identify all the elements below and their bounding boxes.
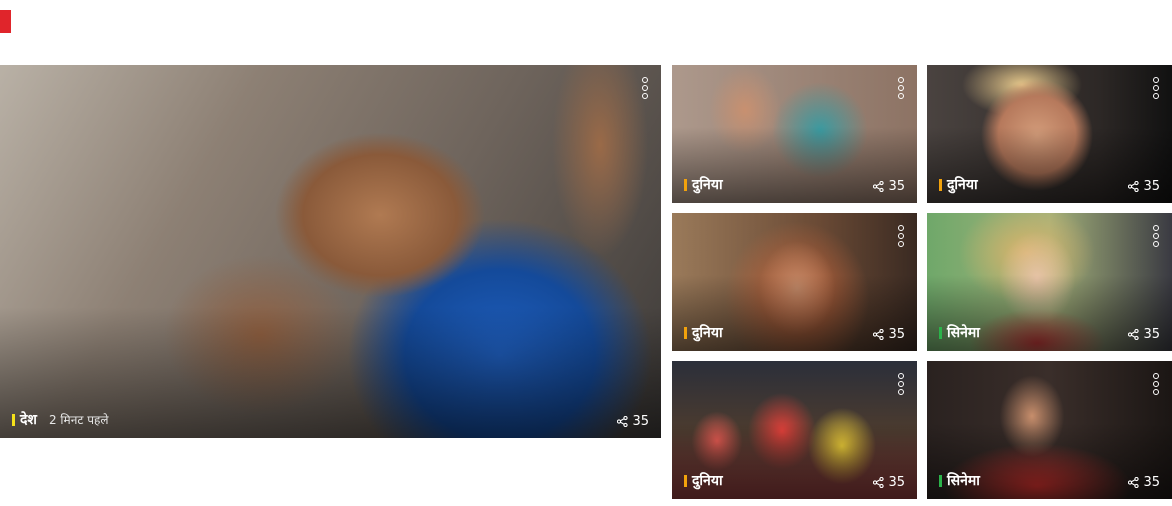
more-options-icon[interactable] — [897, 373, 905, 395]
share-count[interactable]: 35 — [1128, 327, 1160, 342]
category-label: दुनिया — [692, 325, 723, 341]
category-color-bar — [684, 474, 687, 487]
share-icon — [873, 477, 885, 488]
category-color-bar — [939, 474, 942, 487]
share-icon — [1128, 181, 1140, 192]
category-tag[interactable]: दुनिया — [939, 175, 978, 194]
more-options-icon[interactable] — [1152, 77, 1160, 99]
share-icon — [617, 416, 629, 427]
news-grid-page: देश 2 मिनट पहले 35 दुनिया 35 दुनिया 35 द… — [0, 0, 1172, 506]
section-marker — [0, 10, 11, 33]
news-card[interactable]: दुनिया 35 — [672, 361, 917, 499]
more-options-icon[interactable] — [1152, 373, 1160, 395]
share-count[interactable]: 35 — [873, 327, 905, 342]
more-options-icon[interactable] — [897, 225, 905, 247]
category-color-bar — [12, 413, 15, 426]
category-tag[interactable]: दुनिया — [684, 323, 723, 342]
news-card[interactable]: दुनिया 35 — [672, 65, 917, 203]
category-tag[interactable]: दुनिया — [684, 175, 723, 194]
share-count-value: 35 — [1143, 327, 1160, 342]
more-options-icon[interactable] — [1152, 225, 1160, 247]
share-icon — [873, 329, 885, 340]
news-card[interactable]: दुनिया 35 — [927, 65, 1172, 203]
news-card[interactable]: सिनेमा 35 — [927, 361, 1172, 499]
category-label: दुनिया — [692, 177, 723, 193]
share-count[interactable]: 35 — [617, 414, 649, 429]
category-tag[interactable]: सिनेमा — [939, 323, 980, 342]
hero-news-card[interactable]: देश 2 मिनट पहले 35 — [0, 65, 661, 438]
share-count-value: 35 — [888, 179, 905, 194]
category-color-bar — [939, 326, 942, 339]
category-label: दुनिया — [947, 177, 978, 193]
share-count-value: 35 — [1143, 179, 1160, 194]
news-card[interactable]: सिनेमा 35 — [927, 213, 1172, 351]
category-label: सिनेमा — [947, 473, 980, 489]
category-tag[interactable]: सिनेमा — [939, 471, 980, 490]
share-count-value: 35 — [888, 475, 905, 490]
share-count[interactable]: 35 — [873, 475, 905, 490]
category-label: दुनिया — [692, 473, 723, 489]
more-options-icon[interactable] — [641, 77, 649, 99]
share-icon — [873, 181, 885, 192]
category-tag[interactable]: दुनिया — [684, 471, 723, 490]
category-color-bar — [684, 326, 687, 339]
share-count[interactable]: 35 — [1128, 475, 1160, 490]
share-count[interactable]: 35 — [873, 179, 905, 194]
share-icon — [1128, 477, 1140, 488]
share-icon — [1128, 329, 1140, 340]
share-count-value: 35 — [632, 414, 649, 429]
share-count[interactable]: 35 — [1128, 179, 1160, 194]
category-tag[interactable]: देश 2 मिनट पहले — [12, 410, 109, 429]
more-options-icon[interactable] — [897, 77, 905, 99]
news-card[interactable]: दुनिया 35 — [672, 213, 917, 351]
category-label: देश — [20, 412, 37, 428]
timestamp: 2 मिनट पहले — [48, 413, 109, 427]
share-count-value: 35 — [1143, 475, 1160, 490]
category-color-bar — [684, 178, 687, 191]
share-count-value: 35 — [888, 327, 905, 342]
category-color-bar — [939, 178, 942, 191]
category-label: सिनेमा — [947, 325, 980, 341]
